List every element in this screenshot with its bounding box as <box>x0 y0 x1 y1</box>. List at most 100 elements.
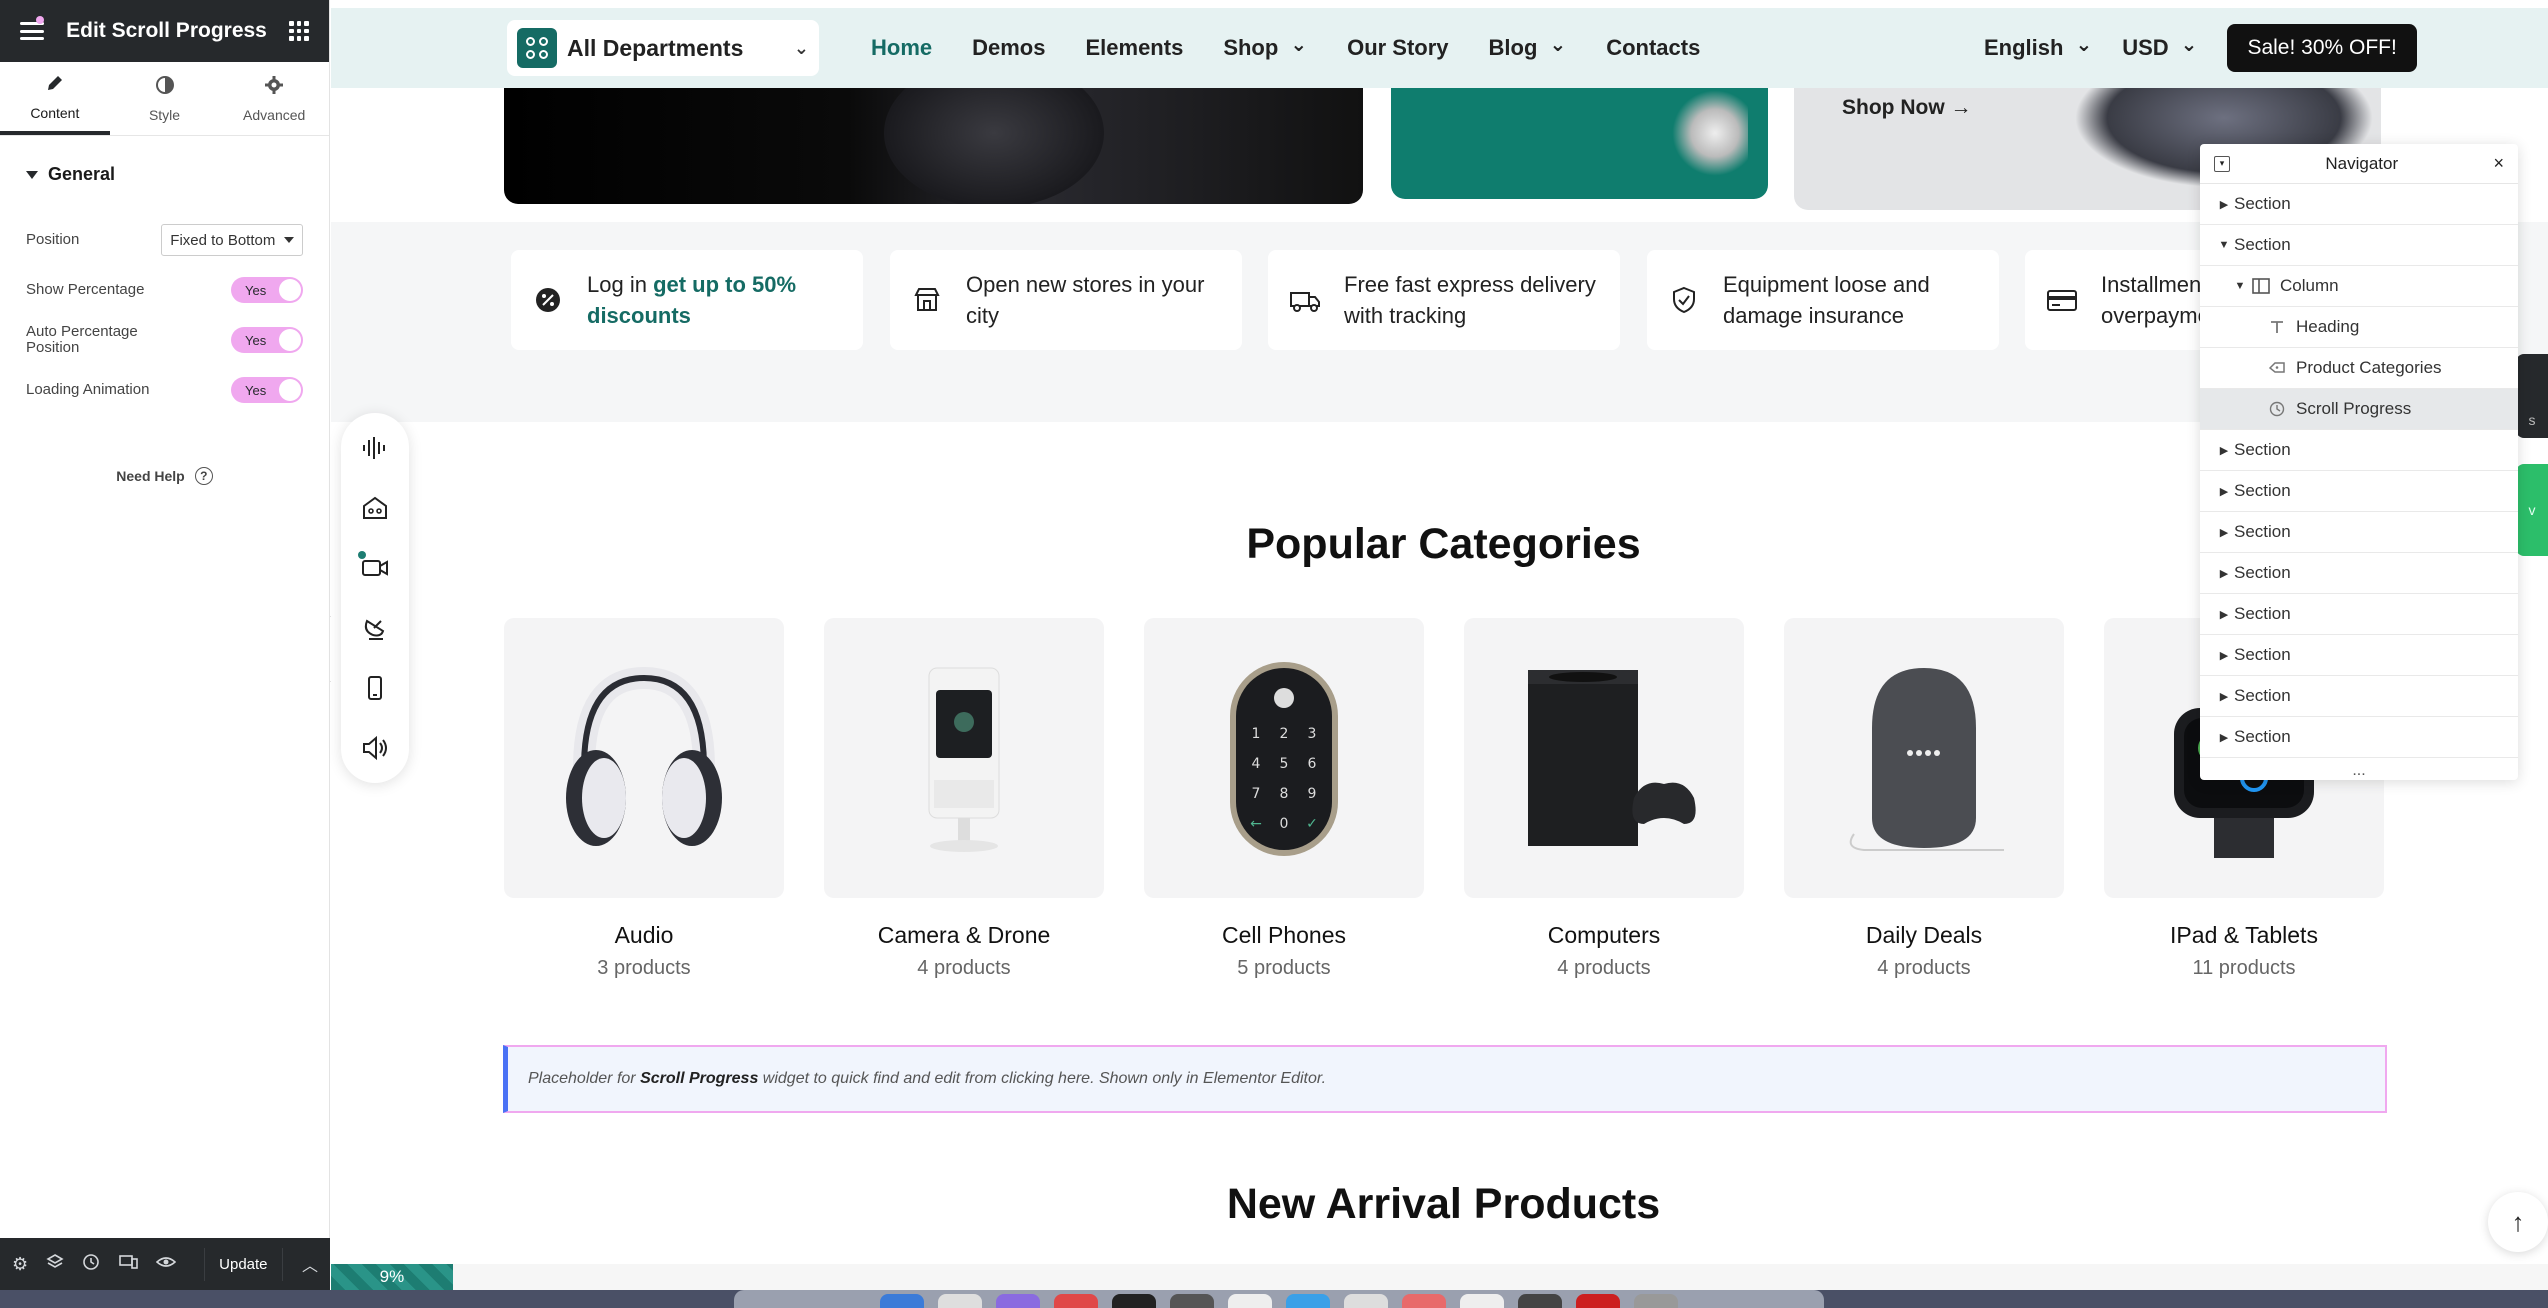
navigator-more-icon[interactable]: ... <box>2200 758 2518 780</box>
home-device-icon[interactable] <box>358 491 392 525</box>
dock-app-icon[interactable] <box>1402 1294 1446 1308</box>
dock-app-icon[interactable] <box>1228 1294 1272 1308</box>
banner-headphones[interactable] <box>504 88 1363 204</box>
navigator-row-label: Section <box>2234 440 2291 459</box>
navigator-row-section[interactable]: ▶ Section <box>2200 553 2518 594</box>
dock-app-icon[interactable] <box>880 1294 924 1308</box>
dock-app-icon[interactable] <box>1286 1294 1330 1308</box>
dock-app-icon[interactable] <box>1170 1294 1214 1308</box>
banner-drone[interactable] <box>1391 88 1768 199</box>
menu-icon[interactable] <box>20 22 44 40</box>
navigator-row-section[interactable]: ▶ Section <box>2200 594 2518 635</box>
navigator-row-heading[interactable]: Heading <box>2200 307 2518 348</box>
dock-app-icon[interactable] <box>1054 1294 1098 1308</box>
scroll-to-top-button[interactable]: ↑ <box>2488 1192 2548 1252</box>
dock-app-icon[interactable] <box>938 1294 982 1308</box>
category-audio[interactable]: Audio 3 products <box>504 618 784 980</box>
caret-right-icon[interactable]: ▶ <box>2214 731 2234 744</box>
settings-icon[interactable]: ⚙ <box>12 1254 28 1275</box>
dock-app-icon[interactable] <box>1634 1294 1678 1308</box>
tab-style[interactable]: Style <box>110 62 220 135</box>
feature-delivery[interactable]: Free fast express delivery with tracking <box>1268 250 1620 350</box>
caret-right-icon[interactable]: ▶ <box>2214 690 2234 703</box>
navigator-row-product-categories[interactable]: Product Categories <box>2200 348 2518 389</box>
shop-now-link[interactable]: Shop Now → <box>1842 96 1972 120</box>
navigator-row-section[interactable]: ▶ Section <box>2200 512 2518 553</box>
feature-login[interactable]: Log in get up to 50% discounts <box>511 250 863 350</box>
all-departments-button[interactable]: All Departments ⌄ <box>507 20 819 76</box>
update-button[interactable]: Update <box>204 1247 283 1281</box>
category-daily-deals[interactable]: Daily Deals 4 products <box>1784 618 2064 980</box>
category-side-toolbar <box>341 413 409 783</box>
nav-elements[interactable]: Elements <box>1085 35 1183 61</box>
dock-app-icon[interactable] <box>996 1294 1040 1308</box>
edge-green-button[interactable]: v <box>2516 464 2548 556</box>
dock-app-icon[interactable] <box>1344 1294 1388 1308</box>
loading-animation-toggle[interactable]: Yes <box>231 377 303 403</box>
collapse-all-icon[interactable]: ▾ <box>2214 155 2230 172</box>
nav-contacts[interactable]: Contacts <box>1606 35 1700 61</box>
caret-right-icon[interactable]: ▶ <box>2214 608 2234 621</box>
mobile-phone-icon[interactable] <box>358 671 392 705</box>
tab-content[interactable]: Content <box>0 62 110 135</box>
speaker-volume-icon[interactable] <box>358 731 392 765</box>
navigator-row-section[interactable]: ▶ Section <box>2200 676 2518 717</box>
caret-right-icon[interactable]: ▶ <box>2214 198 2234 211</box>
nav-shop[interactable]: Shop <box>1223 35 1307 61</box>
navigator-row-section[interactable]: ▶ Section <box>2200 430 2518 471</box>
dock-app-icon[interactable] <box>1460 1294 1504 1308</box>
svg-text:6: 6 <box>1308 756 1317 772</box>
layers-icon[interactable] <box>46 1253 64 1276</box>
banner-drone-image <box>1638 88 1748 188</box>
panel-header: Edit Scroll Progress <box>0 0 329 62</box>
video-camera-icon[interactable] <box>358 551 392 585</box>
caret-right-icon[interactable]: ▶ <box>2214 444 2234 457</box>
navigator-row-section[interactable]: ▶ Section <box>2200 184 2518 225</box>
widgets-grid-icon[interactable] <box>289 21 309 41</box>
need-help-link[interactable]: Need Help ? <box>26 467 303 485</box>
caret-down-icon[interactable]: ▼ <box>2230 280 2250 292</box>
credit-card-icon <box>2045 283 2079 317</box>
dock-app-icon[interactable] <box>1576 1294 1620 1308</box>
feature-stores[interactable]: Open new stores in your city <box>890 250 1242 350</box>
responsive-icon[interactable] <box>118 1253 138 1276</box>
category-computers[interactable]: Computers 4 products <box>1464 618 1744 980</box>
navigator-row-column[interactable]: ▼ Column <box>2200 266 2518 307</box>
caret-down-icon[interactable]: ▼ <box>2214 239 2234 251</box>
caret-right-icon[interactable]: ▶ <box>2214 567 2234 580</box>
preview-eye-icon[interactable] <box>155 1253 177 1276</box>
nav-demos[interactable]: Demos <box>972 35 1045 61</box>
nav-home[interactable]: Home <box>871 35 932 61</box>
tab-advanced[interactable]: Advanced <box>219 62 329 135</box>
history-icon[interactable] <box>82 1253 100 1276</box>
section-general-toggle[interactable]: General <box>26 164 303 185</box>
close-icon[interactable]: × <box>2493 153 2504 174</box>
sale-button[interactable]: Sale! 30% OFF! <box>2227 24 2417 72</box>
nav-our-story[interactable]: Our Story <box>1347 35 1448 61</box>
navigator-row-section[interactable]: ▶ Section <box>2200 717 2518 758</box>
category-camera-drone[interactable]: Camera & Drone 4 products <box>824 618 1104 980</box>
auto-percentage-toggle[interactable]: Yes <box>231 327 303 353</box>
nav-blog[interactable]: Blog <box>1489 35 1567 61</box>
caret-right-icon[interactable]: ▶ <box>2214 526 2234 539</box>
audio-wave-icon[interactable] <box>358 431 392 465</box>
satellite-dish-icon[interactable] <box>358 611 392 645</box>
chevron-up-icon[interactable]: ︿ <box>302 1252 318 1276</box>
feature-insurance[interactable]: Equipment loose and damage insurance <box>1647 250 1999 350</box>
category-cell-phones[interactable]: 1 2 3 4 5 6 7 8 9 0 ← ✓ Cell Phones 5 products <box>1144 618 1424 980</box>
notification-dot <box>36 16 44 24</box>
navigator-row-section[interactable]: ▶ Section <box>2200 471 2518 512</box>
dock-app-icon[interactable] <box>1112 1294 1156 1308</box>
navigator-row-section[interactable]: ▶ Section <box>2200 635 2518 676</box>
caret-right-icon[interactable]: ▶ <box>2214 649 2234 662</box>
currency-select[interactable]: USD <box>2122 35 2197 61</box>
caret-right-icon[interactable]: ▶ <box>2214 485 2234 498</box>
navigator-row-section[interactable]: ▼ Section <box>2200 225 2518 266</box>
navigator-row-scroll-progress[interactable]: Scroll Progress <box>2200 389 2518 430</box>
position-select[interactable]: Fixed to Bottom <box>161 224 303 256</box>
dock-app-icon[interactable] <box>1518 1294 1562 1308</box>
scroll-progress-placeholder[interactable]: Placeholder for Scroll Progress widget t… <box>503 1045 2387 1113</box>
language-select[interactable]: English <box>1984 35 2092 61</box>
edge-dark-button[interactable]: s <box>2516 354 2548 438</box>
show-percentage-toggle[interactable]: Yes <box>231 277 303 303</box>
